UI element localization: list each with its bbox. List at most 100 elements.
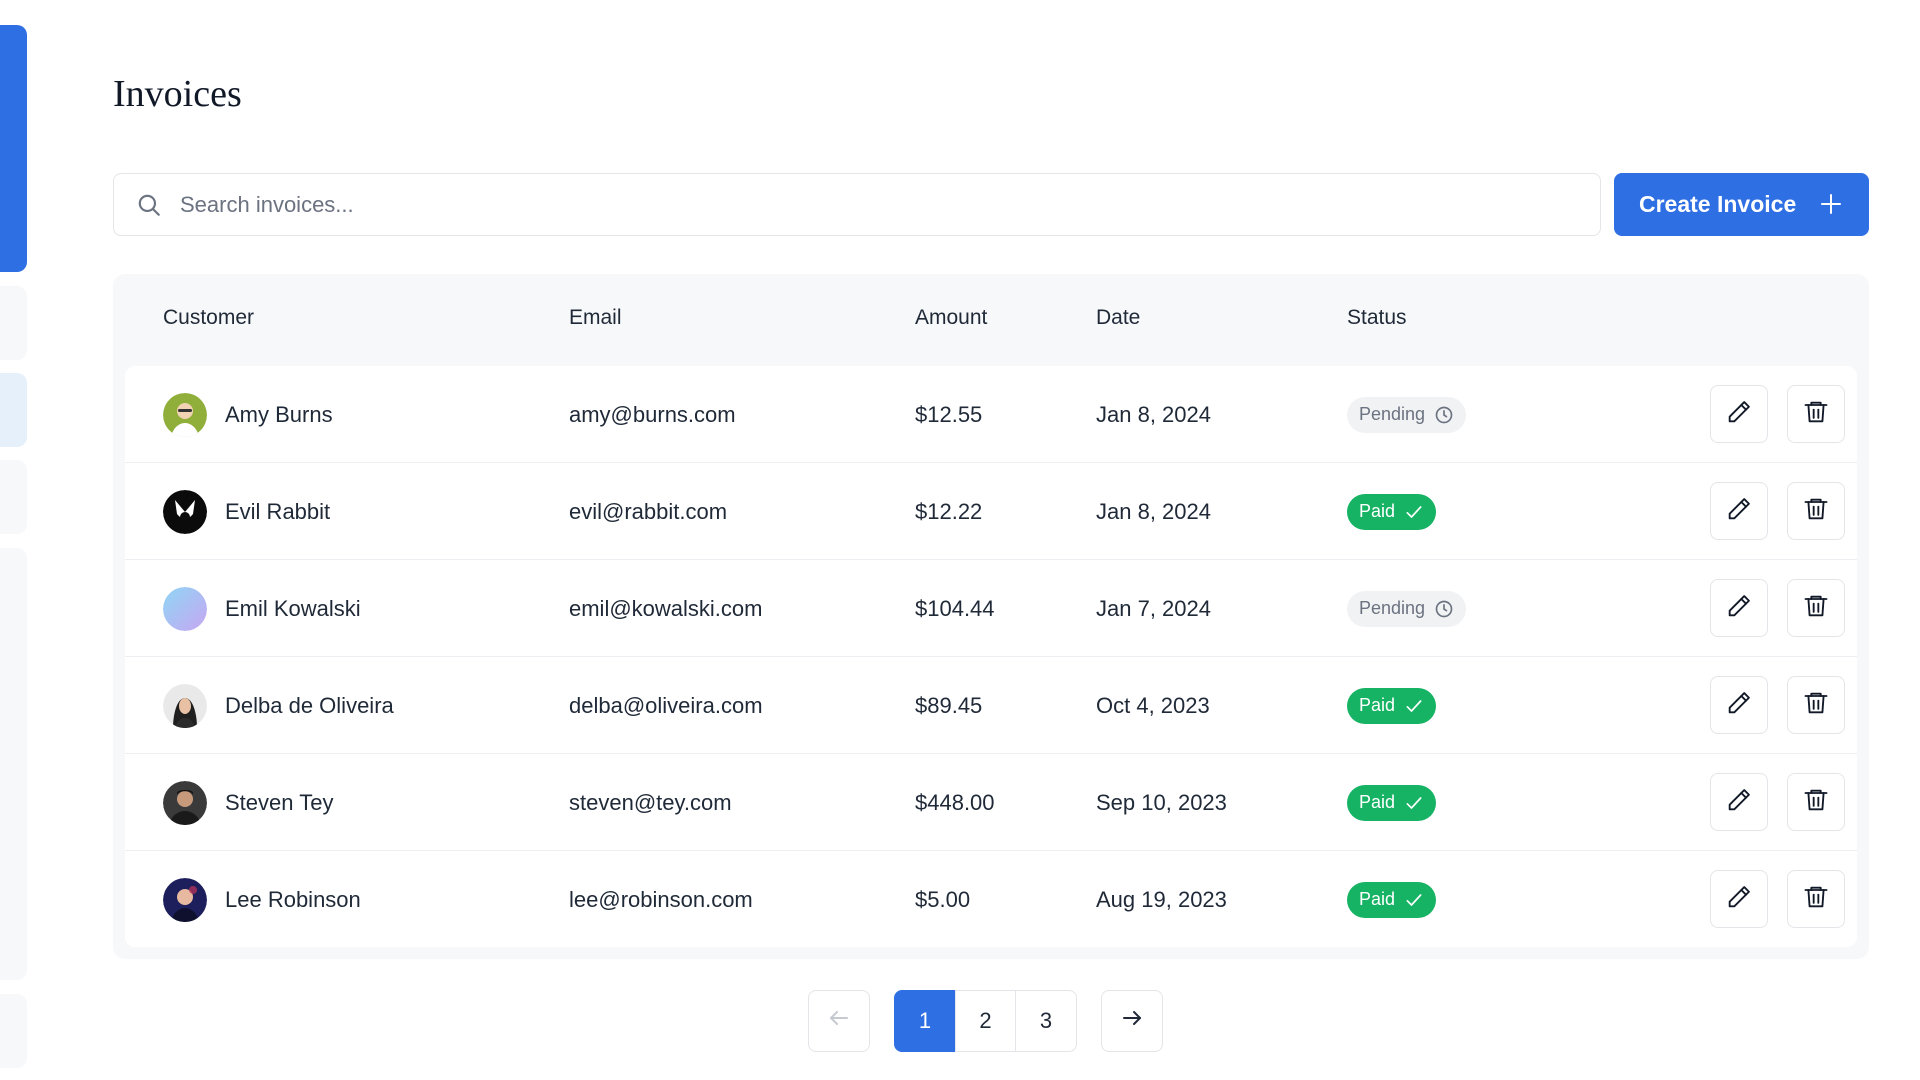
date-cell: Jan 7, 2024 [1096, 595, 1211, 621]
delete-button[interactable] [1787, 385, 1845, 443]
status-cell: Paid [1347, 463, 1437, 560]
status-badge: Paid [1347, 881, 1437, 918]
sidebar-item[interactable] [0, 994, 27, 1068]
edit-button[interactable] [1710, 579, 1768, 637]
customer-name: Amy Burns [225, 401, 333, 427]
column-header-email: Email [569, 306, 622, 329]
email-cell: lee@robinson.com [569, 886, 753, 912]
delete-button[interactable] [1787, 870, 1845, 928]
search-box[interactable] [113, 173, 1601, 236]
customer-cell: Delba de Oliveira [163, 657, 394, 754]
sidebar-item-highlighted[interactable] [0, 373, 27, 447]
date-cell: Sep 10, 2023 [1096, 789, 1227, 815]
avatar [163, 392, 207, 437]
status-cell: Pending [1347, 560, 1467, 657]
table-row: Amy Burns amy@burns.com $12.55 Jan 8, 2024 P… [125, 366, 1857, 463]
delete-button[interactable] [1787, 773, 1845, 831]
status-cell: Paid [1347, 657, 1437, 754]
pencil-icon [1725, 592, 1753, 625]
delete-button[interactable] [1787, 676, 1845, 734]
plus-icon [1819, 192, 1843, 216]
column-header-date: Date [1096, 306, 1141, 329]
customer-cell: Evil Rabbit [163, 463, 330, 560]
trash-icon [1802, 592, 1830, 625]
customer-name: Emil Kowalski [225, 595, 361, 621]
status-label: Paid [1359, 792, 1396, 812]
amount-cell: $104.44 [915, 595, 995, 621]
pencil-icon [1725, 883, 1753, 916]
prev-page-button[interactable] [808, 990, 870, 1052]
email-cell: emil@kowalski.com [569, 595, 763, 621]
status-label: Pending [1359, 404, 1426, 424]
trash-icon [1802, 398, 1830, 431]
customer-name: Delba de Oliveira [225, 692, 394, 718]
amount-cell: $12.55 [915, 401, 983, 427]
email-cell: delba@oliveira.com [569, 692, 763, 718]
edit-button[interactable] [1710, 385, 1768, 443]
next-page-button[interactable] [1101, 990, 1163, 1052]
customer-name: Evil Rabbit [225, 498, 331, 524]
status-badge: Paid [1347, 784, 1437, 821]
table-row: Evil Rabbit evil@rabbit.com $12.22 Jan 8, 2… [125, 463, 1857, 560]
arrow-left-icon [827, 1006, 851, 1036]
pencil-icon [1725, 398, 1753, 431]
sidebar-item-active[interactable] [0, 25, 27, 272]
delete-button[interactable] [1787, 482, 1845, 540]
table-body: Amy Burns amy@burns.com $12.55 Jan 8, 2024 P… [125, 366, 1857, 947]
edit-button[interactable] [1710, 773, 1768, 831]
table-header: Customer Email Amount Date Status [113, 274, 1869, 366]
amount-cell: $12.22 [915, 498, 983, 524]
customer-name: Steven Tey [225, 789, 334, 815]
pencil-icon [1725, 786, 1753, 819]
search-input[interactable] [178, 174, 1600, 235]
table-row: Delba de Oliveira delba@oliveira.com $89.4… [125, 657, 1857, 754]
email-cell: evil@rabbit.com [569, 498, 728, 524]
edit-button[interactable] [1710, 676, 1768, 734]
status-badge: Pending [1347, 590, 1467, 627]
invoice-table: Customer Email Amount Date Status Amy Bu… [113, 274, 1869, 959]
delete-button[interactable] [1787, 579, 1845, 637]
edit-button[interactable] [1710, 482, 1768, 540]
status-cell: Pending [1347, 366, 1467, 463]
avatar [163, 683, 207, 728]
edit-button[interactable] [1710, 870, 1768, 928]
status-cell: Paid [1347, 851, 1437, 947]
amount-cell: $448.00 [915, 789, 995, 815]
sidebar-rail [0, 0, 27, 1080]
avatar [163, 489, 207, 534]
status-badge: Pending [1347, 396, 1467, 433]
pencil-icon [1725, 689, 1753, 722]
customer-cell: Amy Burns [163, 366, 333, 463]
create-invoice-button[interactable]: Create Invoice [1614, 173, 1869, 236]
check-icon [1404, 502, 1424, 522]
page-button-2[interactable]: 2 [955, 990, 1016, 1052]
check-icon [1404, 890, 1424, 910]
sidebar-item[interactable] [0, 460, 27, 534]
create-invoice-label: Create Invoice [1639, 191, 1797, 217]
trash-icon [1802, 786, 1830, 819]
date-cell: Jan 8, 2024 [1096, 401, 1211, 427]
date-cell: Oct 4, 2023 [1096, 692, 1210, 718]
status-label: Paid [1359, 501, 1396, 521]
column-header-customer: Customer [163, 306, 255, 329]
column-header-amount: Amount [915, 306, 988, 329]
check-icon [1404, 696, 1424, 716]
table-row: Lee Robinson lee@robinson.com $5.00 Aug 19,… [125, 851, 1857, 947]
customer-cell: Lee Robinson [163, 851, 361, 947]
clock-icon [1434, 599, 1454, 619]
page-button-1[interactable]: 1 [894, 990, 956, 1052]
trash-icon [1802, 883, 1830, 916]
clock-icon [1434, 405, 1454, 425]
trash-icon [1802, 689, 1830, 722]
sidebar-item[interactable] [0, 286, 27, 360]
page-button-3[interactable]: 3 [1015, 990, 1077, 1052]
avatar [163, 586, 207, 631]
avatar [163, 877, 207, 922]
sidebar-item[interactable] [0, 548, 27, 980]
page-number: 3 [1039, 1008, 1053, 1033]
pencil-icon [1725, 495, 1753, 528]
page-number: 2 [979, 1008, 992, 1033]
status-badge: Paid [1347, 687, 1437, 724]
date-cell: Jan 8, 2024 [1096, 498, 1211, 524]
arrow-right-icon [1120, 1006, 1144, 1036]
